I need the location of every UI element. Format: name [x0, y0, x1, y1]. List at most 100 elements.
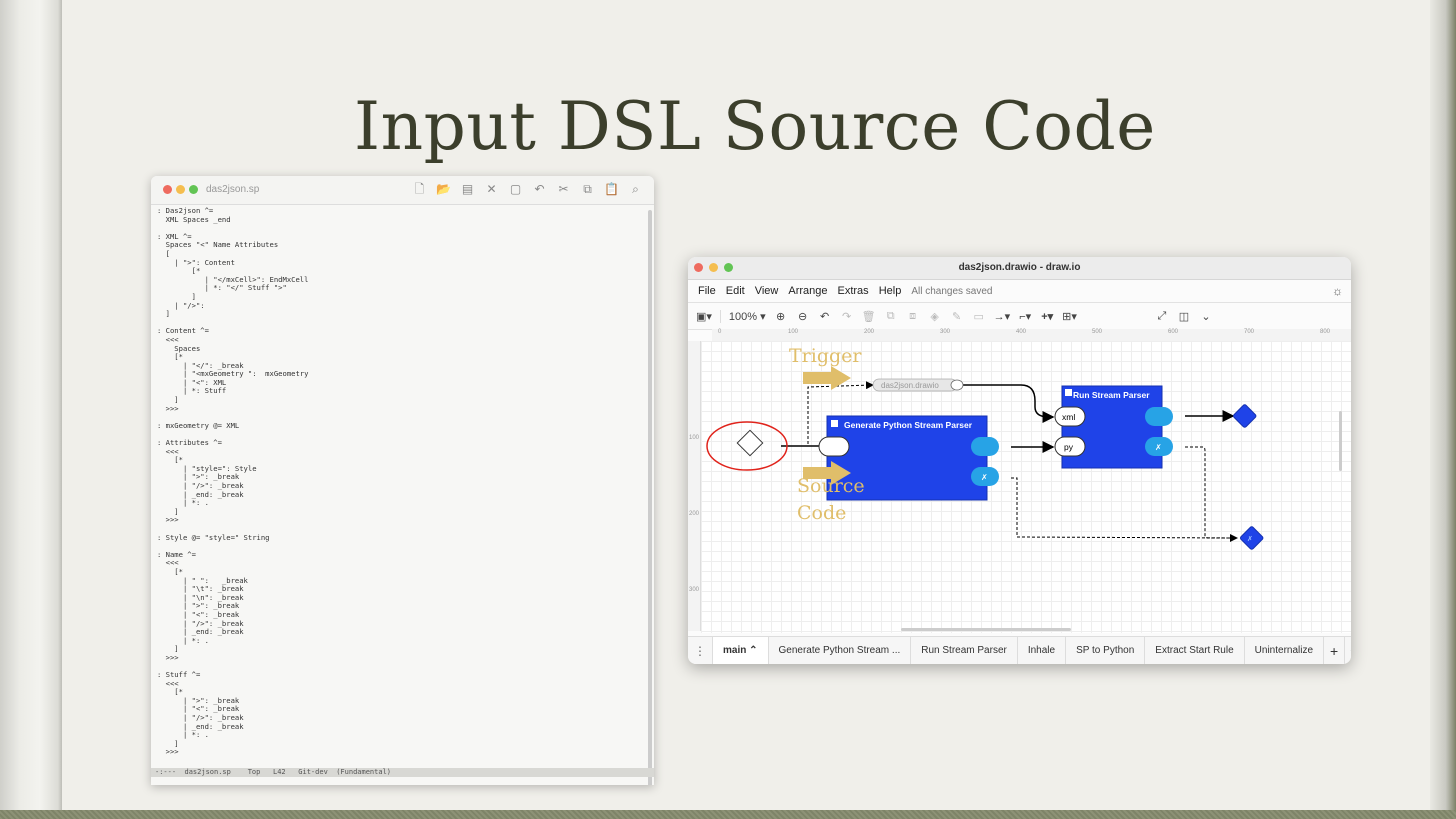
drawio-menubar: File Edit View Arrange Extras Help All c… [688, 280, 1351, 302]
tab-run-stream-parser[interactable]: Run Stream Parser [911, 637, 1018, 664]
zoom-in-icon[interactable]: ⊕ [774, 310, 788, 323]
ruler-tick: 500 [1092, 329, 1103, 335]
menu-edit[interactable]: Edit [726, 285, 745, 297]
start-diamond[interactable] [736, 429, 764, 457]
zoom-out-icon[interactable]: ⊖ [796, 310, 810, 323]
insert-icon[interactable]: +▾ [1040, 310, 1054, 323]
zoom-button[interactable] [189, 185, 198, 194]
copy-icon[interactable]: ⧉ [579, 181, 596, 198]
run-label: Run Stream Parser [1073, 390, 1150, 400]
run-output-port[interactable] [1145, 407, 1173, 426]
undo-icon[interactable]: ↶ [818, 310, 832, 323]
table-icon[interactable]: ⊞▾ [1062, 310, 1077, 323]
save-icon[interactable]: ▢ [507, 181, 524, 198]
diagram-canvas[interactable]: das2json.drawio Generate Python Stream P… [701, 341, 1351, 633]
ruler-left: 100 200 300 [688, 341, 701, 631]
editor-scrollbar[interactable] [648, 210, 652, 785]
source-annotation: Source [797, 475, 865, 497]
page-curl [0, 0, 62, 810]
tab-label: main [723, 645, 747, 656]
line-color-icon[interactable]: ✎ [950, 310, 964, 323]
ruler-tick: 200 [864, 329, 875, 335]
redo-icon[interactable]: ↷ [840, 310, 854, 323]
page-edge [1430, 0, 1456, 810]
fullscreen-icon[interactable]: ⤢ [1155, 310, 1169, 323]
edge-generate-error[interactable] [1011, 477, 1238, 539]
minimize-button[interactable] [176, 185, 185, 194]
save-buffer-icon[interactable]: ▤ [459, 181, 476, 198]
ruler-tick: 300 [689, 587, 700, 593]
mode-line: -:--- das2json.sp Top L42 Git-dev (Funda… [151, 768, 654, 777]
open-folder-icon[interactable]: 📂 [435, 181, 452, 198]
cut-icon[interactable]: ✂ [555, 181, 572, 198]
tab-uninternalize[interactable]: Uninternalize [1245, 637, 1325, 664]
ruler-tick: 700 [1244, 329, 1255, 335]
page-tabs: ⋮ main ⌃ Generate Python Stream ... Run … [688, 636, 1351, 664]
tab-generate-python-stream[interactable]: Generate Python Stream ... [769, 637, 912, 664]
drawio-window[interactable]: das2json.drawio - draw.io File Edit View… [688, 257, 1351, 664]
das2json-label: das2json.drawio [881, 381, 939, 390]
editor-title: das2json.sp [206, 184, 260, 195]
diagram-svg: das2json.drawio Generate Python Stream P… [706, 345, 1342, 631]
shadow-icon[interactable]: ▭ [972, 310, 986, 323]
menu-help[interactable]: Help [879, 285, 902, 297]
edge-run-error[interactable] [1185, 446, 1238, 542]
code-annotation: Code [797, 502, 846, 524]
ruler-tick: 100 [788, 329, 799, 335]
tab-sp-to-python[interactable]: SP to Python [1066, 637, 1146, 664]
drawio-title: das2json.drawio - draw.io [958, 262, 1081, 273]
waypoints-icon[interactable]: ⌐▾ [1018, 310, 1032, 323]
menu-file[interactable]: File [698, 285, 716, 297]
menu-extras[interactable]: Extras [838, 285, 869, 297]
search-icon[interactable]: ⌕ [627, 181, 644, 198]
close-button[interactable] [163, 185, 172, 194]
generate-input-port[interactable] [818, 436, 850, 457]
end-diamond[interactable] [1233, 404, 1257, 428]
tab-inhale[interactable]: Inhale [1018, 637, 1067, 664]
generate-output-port[interactable] [971, 437, 999, 456]
new-file-icon[interactable]: 🗋 [411, 181, 428, 198]
panel-toggle-icon[interactable]: ◫ [1177, 310, 1191, 323]
error-port-label: ✗ [981, 473, 988, 482]
delete-icon[interactable]: 🗑 [862, 310, 876, 323]
collapse-box-icon[interactable] [1065, 389, 1072, 396]
fill-color-icon[interactable]: ◈ [928, 310, 942, 323]
error-port-label: ✗ [1155, 443, 1162, 452]
py-port-label: py [1064, 442, 1074, 452]
code-buffer[interactable]: : Das2json ^= XML Spaces _end : XML ^= S… [157, 207, 643, 767]
menu-view[interactable]: View [755, 285, 779, 297]
close-buffer-icon[interactable]: ✕ [483, 181, 500, 198]
xml-port-label: xml [1062, 412, 1075, 422]
canvas-hscroll[interactable] [901, 628, 1071, 631]
paste-icon[interactable]: 📋 [603, 181, 620, 198]
zoom-value: 100% [728, 310, 758, 323]
collapse-box-icon[interactable] [831, 420, 838, 427]
zoom-select[interactable]: 100% ▾ [719, 309, 766, 323]
scroll-left-icon[interactable]: ‹ [1345, 637, 1351, 664]
slide-title: Input DSL Source Code [354, 88, 1156, 165]
editor-toolbar: 🗋 📂 ▤ ✕ ▢ ↶ ✂ ⧉ 📋 ⌕ [411, 181, 644, 198]
ruler-tick: 200 [689, 511, 700, 517]
tab-main[interactable]: main ⌃ [713, 637, 769, 664]
canvas-vscroll[interactable] [1339, 411, 1342, 471]
to-back-icon[interactable]: ⧈ [906, 310, 920, 323]
pages-menu-icon[interactable]: ⋮ [688, 637, 713, 664]
menu-arrange[interactable]: Arrange [788, 285, 827, 297]
generate-label: Generate Python Stream Parser [844, 420, 973, 430]
ruler-tick: 300 [940, 329, 951, 335]
editor-window[interactable]: das2json.sp 🗋 📂 ▤ ✕ ▢ ↶ ✂ ⧉ 📋 ⌕ : Das2js… [151, 176, 654, 785]
edge-das2json-to-xml[interactable] [963, 384, 1055, 423]
tab-extract-start-rule[interactable]: Extract Start Rule [1145, 637, 1245, 664]
das2json-port[interactable] [950, 379, 964, 391]
ruler-tick: 0 [718, 329, 722, 335]
collapse-icon[interactable]: ⌄ [1199, 310, 1213, 323]
drawio-toolbar: ▣▾ 100% ▾ ⊕ ⊖ ↶ ↷ 🗑 ⧉ ⧈ ◈ ✎ ▭ →▾ ⌐▾ +▾ ⊞… [688, 302, 1351, 330]
theme-icon[interactable]: ☼ [1332, 284, 1343, 298]
to-front-icon[interactable]: ⧉ [884, 310, 898, 323]
ruler-tick: 600 [1168, 329, 1179, 335]
editor-titlebar: das2json.sp 🗋 📂 ▤ ✕ ▢ ↶ ✂ ⧉ 📋 ⌕ [151, 176, 654, 205]
format-panel-icon[interactable]: ▣▾ [696, 310, 712, 323]
connection-icon[interactable]: →▾ [994, 310, 1011, 323]
add-page-icon[interactable]: + [1324, 637, 1346, 664]
undo-icon[interactable]: ↶ [531, 181, 548, 198]
